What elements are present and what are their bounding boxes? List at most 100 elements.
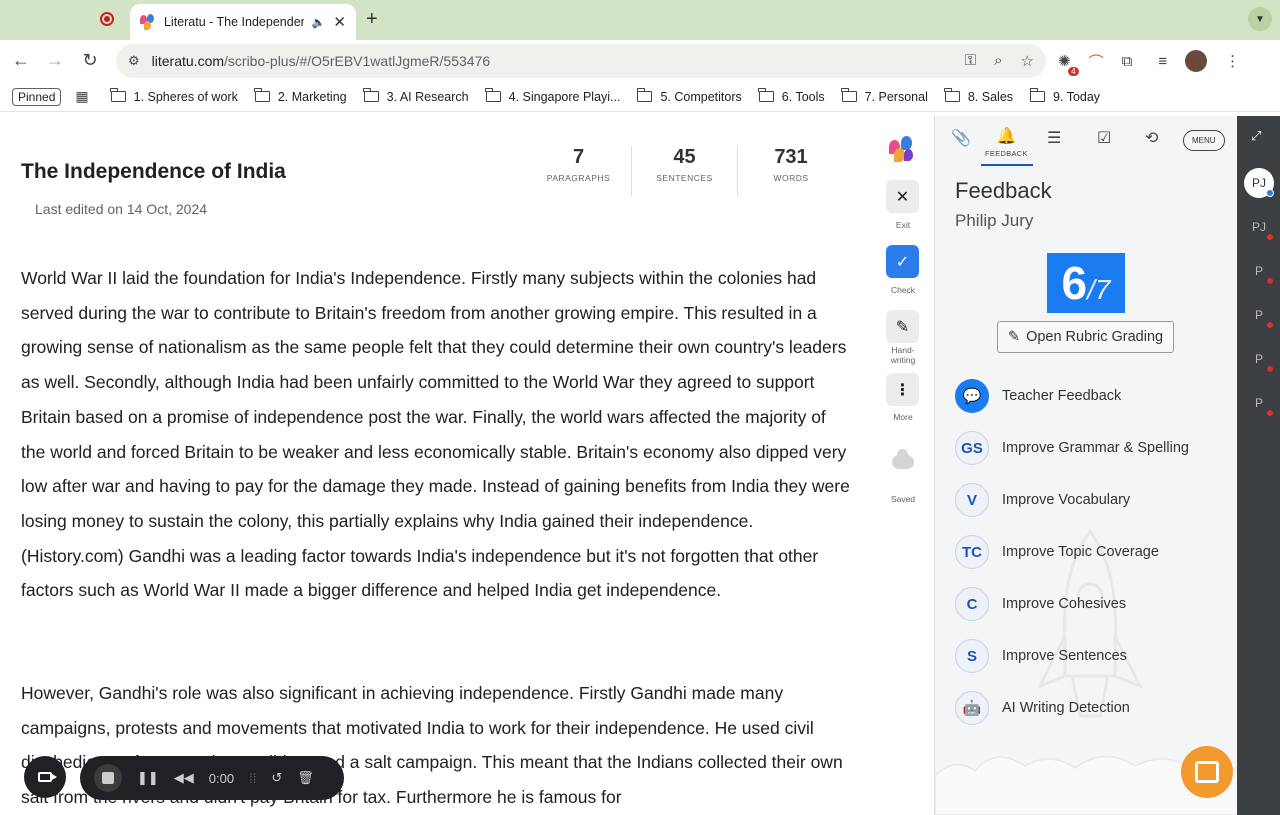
panel-tabs: 📎 🔔 FEEDBACK ☰ ☑ ⟲ MENU (935, 116, 1237, 168)
bookmark-label: 1. Spheres of work (133, 89, 238, 104)
reload-icon[interactable]: ↻ (79, 50, 101, 71)
score-max: /7 (1087, 274, 1111, 305)
feedback-item-badge: C (955, 587, 989, 621)
avatar[interactable]: P (1244, 388, 1274, 418)
profile-avatar[interactable] (1185, 50, 1208, 72)
trash-icon[interactable]: 🗑 (297, 770, 314, 786)
tab-search-icon[interactable]: ▼ (1248, 7, 1272, 31)
feedback-panel: 📎 🔔 FEEDBACK ☰ ☑ ⟲ MENU Feedback Philip … (934, 116, 1237, 815)
active-tab[interactable]: Literatu - The Independen 🔈 ✕ (130, 4, 356, 40)
close-icon: ✕ (895, 188, 910, 206)
handwriting-label: Hand- writing (890, 345, 916, 365)
extension-icon[interactable]: ✺ 4 (1058, 52, 1079, 76)
video-camera-icon (38, 772, 57, 782)
expand-icon[interactable]: ⤢ (1251, 128, 1261, 144)
more-button[interactable]: ⋮ (886, 373, 919, 406)
avatar-initials: P (1254, 396, 1263, 410)
feedback-item-teacher[interactable]: 💬 Teacher Feedback (955, 379, 1121, 413)
avatar[interactable]: PJ (1244, 168, 1274, 198)
menu-button[interactable]: MENU (1183, 130, 1225, 151)
tab-close-icon[interactable]: ✕ (333, 13, 346, 31)
bookmark-label: 9. Today (1053, 89, 1101, 104)
feedback-item-grammar[interactable]: GS Improve Grammar & Spelling (955, 431, 1189, 465)
recorder-camera-button[interactable] (24, 756, 66, 798)
essay-paragraph[interactable]: World War II laid the foundation for Ind… (21, 261, 851, 608)
robot-icon: 🤖 (955, 691, 989, 725)
forward-icon[interactable]: → (44, 50, 66, 71)
support-chat-button[interactable] (1181, 746, 1233, 798)
document-stats: 7 PARAGRAPHS 45 SENTENCES 731 WORDS (526, 146, 844, 196)
zoom-icon[interactable]: ⌕ (994, 52, 1002, 70)
feedback-item-badge: GS (955, 431, 989, 465)
tab-feedback[interactable]: 🔔 FEEDBACK (985, 126, 1028, 158)
folder-icon (841, 88, 857, 102)
tab-attachments[interactable]: 📎 (951, 128, 971, 148)
site-settings-icon[interactable]: ⚙ (128, 53, 140, 69)
exit-button[interactable]: ✕ (886, 180, 919, 213)
bookmark-folder[interactable]: 7. Personal (841, 88, 928, 104)
feedback-item-sentences[interactable]: S Improve Sentences (955, 639, 1127, 673)
tab-audio-icon[interactable]: 🔈 (312, 16, 326, 29)
more-label: More (893, 412, 913, 422)
feedback-item-topic-coverage[interactable]: TC Improve Topic Coverage (955, 535, 1159, 569)
stat-sentences: 45 SENTENCES (632, 146, 738, 196)
back-icon[interactable]: ← (10, 50, 32, 71)
grid-icon[interactable]: ⁞⁞ (249, 771, 256, 786)
feedback-item-ai-detection[interactable]: 🤖 AI Writing Detection (955, 691, 1130, 725)
stop-recording-button[interactable] (94, 764, 122, 792)
score-value: 6 (1061, 257, 1088, 309)
avatar[interactable]: PJ (1244, 212, 1274, 242)
address-bar[interactable]: ⚙ literatu.com/scribo-plus/#/O5rEBV1watl… (116, 44, 1046, 78)
check-button[interactable]: ✓ (886, 245, 919, 278)
check-label: Check (890, 285, 916, 295)
literatu-favicon-icon (140, 14, 156, 30)
more-vertical-icon: ⋮ (894, 381, 911, 399)
status-dot (1266, 365, 1274, 373)
apps-grid-icon[interactable]: ▦ (75, 88, 88, 105)
recording-tab[interactable] (92, 8, 122, 30)
url-text: literatu.com/scribo-plus/#/O5rEBV1watlJg… (152, 53, 491, 69)
feedback-item-vocabulary[interactable]: V Improve Vocabulary (955, 483, 1130, 517)
folder-icon (1029, 88, 1046, 102)
last-edited-text: Last edited on 14 Oct, 2024 (35, 201, 208, 217)
chat-bubbles-icon: 💬 (955, 379, 989, 413)
bookmark-folder[interactable]: 3. AI Research (363, 88, 469, 104)
browser-menu-icon[interactable]: ⋮ (1225, 52, 1240, 70)
open-rubric-grading-button[interactable]: ✎ Open Rubric Grading (997, 321, 1174, 353)
tab-checklist[interactable]: ☑ (1097, 128, 1111, 148)
extension-arc-icon[interactable]: ⌒ (1089, 51, 1104, 72)
avatar[interactable]: P (1244, 300, 1274, 330)
bookmark-star-icon[interactable]: ☆ (1021, 52, 1034, 70)
feedback-item-cohesives[interactable]: C Improve Cohesives (955, 587, 1126, 621)
bookmark-folder[interactable]: 8. Sales (944, 88, 1013, 104)
avatar[interactable]: P (1244, 256, 1274, 286)
stat-value: 7 (572, 146, 585, 168)
bookmark-folder[interactable]: 9. Today (1029, 88, 1101, 104)
tab-list[interactable]: ☰ (1047, 128, 1061, 148)
avatar[interactable]: P (1244, 344, 1274, 374)
extensions-area: ✺ 4 ⌒ ⧉ ≡ ⋮ (1058, 50, 1240, 76)
folder-icon (363, 88, 379, 102)
tab-history[interactable]: ⟲ (1145, 128, 1158, 148)
handwriting-button[interactable]: ✎ (886, 310, 919, 343)
pinned-button[interactable]: Pinned (12, 87, 62, 106)
new-tab-icon[interactable]: + (366, 8, 378, 31)
bookmark-folder[interactable]: 4. Singapore Playi... (485, 88, 620, 104)
rewind-icon[interactable]: ◀◀ (174, 770, 194, 786)
recorder-controls: ❚❚ ◀◀ 0:00 ⁞⁞ ↺ 🗑 (80, 756, 344, 800)
list-icon: ☰ (1047, 130, 1062, 147)
pause-icon[interactable]: ❚❚ (137, 770, 159, 786)
stat-words: 731 WORDS (738, 146, 844, 196)
avatar-initials: P (1254, 352, 1263, 366)
tab-title: Literatu - The Independen (163, 15, 304, 29)
media-control-icon[interactable]: ≡ (1158, 53, 1167, 70)
feedback-item-badge: TC (955, 535, 989, 569)
password-key-icon[interactable]: ⚿ (965, 52, 976, 70)
bookmark-folder[interactable]: 6. Tools (758, 88, 825, 104)
restart-icon[interactable]: ↺ (271, 770, 282, 786)
bookmark-folder[interactable]: 1. Spheres of work (110, 88, 238, 104)
record-icon (100, 12, 114, 26)
bookmark-folder[interactable]: 2. Marketing (254, 88, 347, 104)
puzzle-extensions-icon[interactable]: ⧉ (1122, 53, 1133, 70)
bookmark-folder[interactable]: 5. Competitors (636, 88, 742, 104)
